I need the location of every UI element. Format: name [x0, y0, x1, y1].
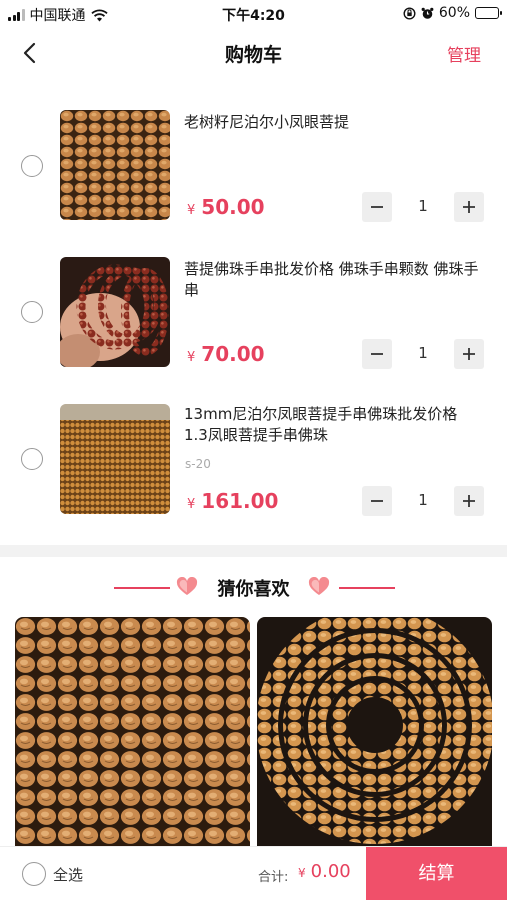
currency-symbol: ¥ — [298, 866, 306, 880]
battery-icon — [475, 7, 502, 19]
plus-icon — [463, 201, 475, 213]
product-spec: s-20 — [185, 457, 211, 471]
item-select-radio[interactable] — [21, 448, 43, 470]
recommend-title: 猜你喜欢 — [217, 579, 290, 600]
product-image-strands[interactable] — [60, 404, 170, 514]
product-name[interactable]: 老树籽尼泊尔小凤眼菩提 — [184, 112, 484, 133]
product-image-bracelet[interactable] — [60, 257, 170, 367]
minus-icon — [371, 500, 383, 502]
manage-button[interactable]: 管理 — [447, 41, 481, 66]
minus-button[interactable] — [362, 486, 392, 516]
back-arrow-icon[interactable] — [18, 40, 44, 66]
lock-rotation-icon — [403, 6, 416, 20]
quantity-value[interactable]: 1 — [398, 197, 448, 215]
total-amount: ¥0.00 — [298, 861, 351, 882]
section-divider — [0, 545, 507, 557]
cart-item: 菩提佛珠手串批发价格 佛珠手串颗数 佛珠手串 ¥70.00 1 — [0, 243, 507, 383]
quantity-stepper: 1 — [362, 339, 484, 369]
product-name[interactable]: 菩提佛珠手串批发价格 佛珠手串颗数 佛珠手串 — [184, 259, 484, 301]
heart-icon — [308, 577, 330, 595]
minus-icon — [371, 206, 383, 208]
currency-symbol: ¥ — [187, 350, 196, 365]
alarm-icon — [421, 7, 434, 19]
recommend-card[interactable] — [257, 617, 492, 857]
plus-icon — [463, 495, 475, 507]
cart-item: 老树籽尼泊尔小凤眼菩提 ¥50.00 1 — [0, 96, 507, 236]
quantity-value[interactable]: 1 — [398, 344, 448, 362]
item-select-radio[interactable] — [21, 155, 43, 177]
product-price: ¥50.00 — [187, 195, 265, 219]
price-value: 161.00 — [201, 489, 279, 513]
price-value: 50.00 — [201, 195, 265, 219]
select-all-label[interactable]: 全选 — [53, 864, 83, 885]
status-right: 60% — [403, 5, 502, 21]
product-name[interactable]: 13mm尼泊尔凤眼菩提手串佛珠批发价格 1.3凤眼菩提手串佛珠 — [184, 404, 484, 446]
minus-button[interactable] — [362, 192, 392, 222]
divider-line — [339, 587, 395, 589]
item-select-radio[interactable] — [21, 301, 43, 323]
total-label: 合计: — [258, 870, 289, 885]
page-title: 购物车 — [224, 44, 282, 66]
status-bar: 中国联通 下午4:20 60% — [0, 0, 507, 28]
checkout-button[interactable]: 结算 — [366, 847, 507, 900]
plus-button[interactable] — [454, 339, 484, 369]
product-image-seeds[interactable] — [60, 110, 170, 220]
currency-symbol: ¥ — [187, 497, 196, 512]
recommend-image-rings — [257, 617, 492, 857]
currency-symbol: ¥ — [187, 203, 196, 218]
battery-percent: 60% — [438, 5, 470, 21]
plus-icon — [463, 348, 475, 360]
price-value: 70.00 — [201, 342, 265, 366]
plus-button[interactable] — [454, 192, 484, 222]
plus-button[interactable] — [454, 486, 484, 516]
product-price: ¥161.00 — [187, 489, 278, 513]
recommend-card[interactable] — [15, 617, 250, 857]
recommend-header: 猜你喜欢 — [0, 570, 507, 604]
minus-icon — [371, 353, 383, 355]
quantity-value[interactable]: 1 — [398, 491, 448, 509]
product-price: ¥70.00 — [187, 342, 265, 366]
checkout-bar: 全选 合计: ¥0.00 结算 — [0, 846, 507, 900]
minus-button[interactable] — [362, 339, 392, 369]
total-value: 0.00 — [310, 861, 351, 882]
quantity-stepper: 1 — [362, 192, 484, 222]
nav-bar: 购物车 管理 — [0, 28, 507, 78]
select-all-radio[interactable] — [22, 862, 46, 886]
recommend-image-seeds — [15, 617, 250, 857]
quantity-stepper: 1 — [362, 486, 484, 516]
cart-item: 13mm尼泊尔凤眼菩提手串佛珠批发价格 1.3凤眼菩提手串佛珠 s-20 ¥16… — [0, 390, 507, 530]
